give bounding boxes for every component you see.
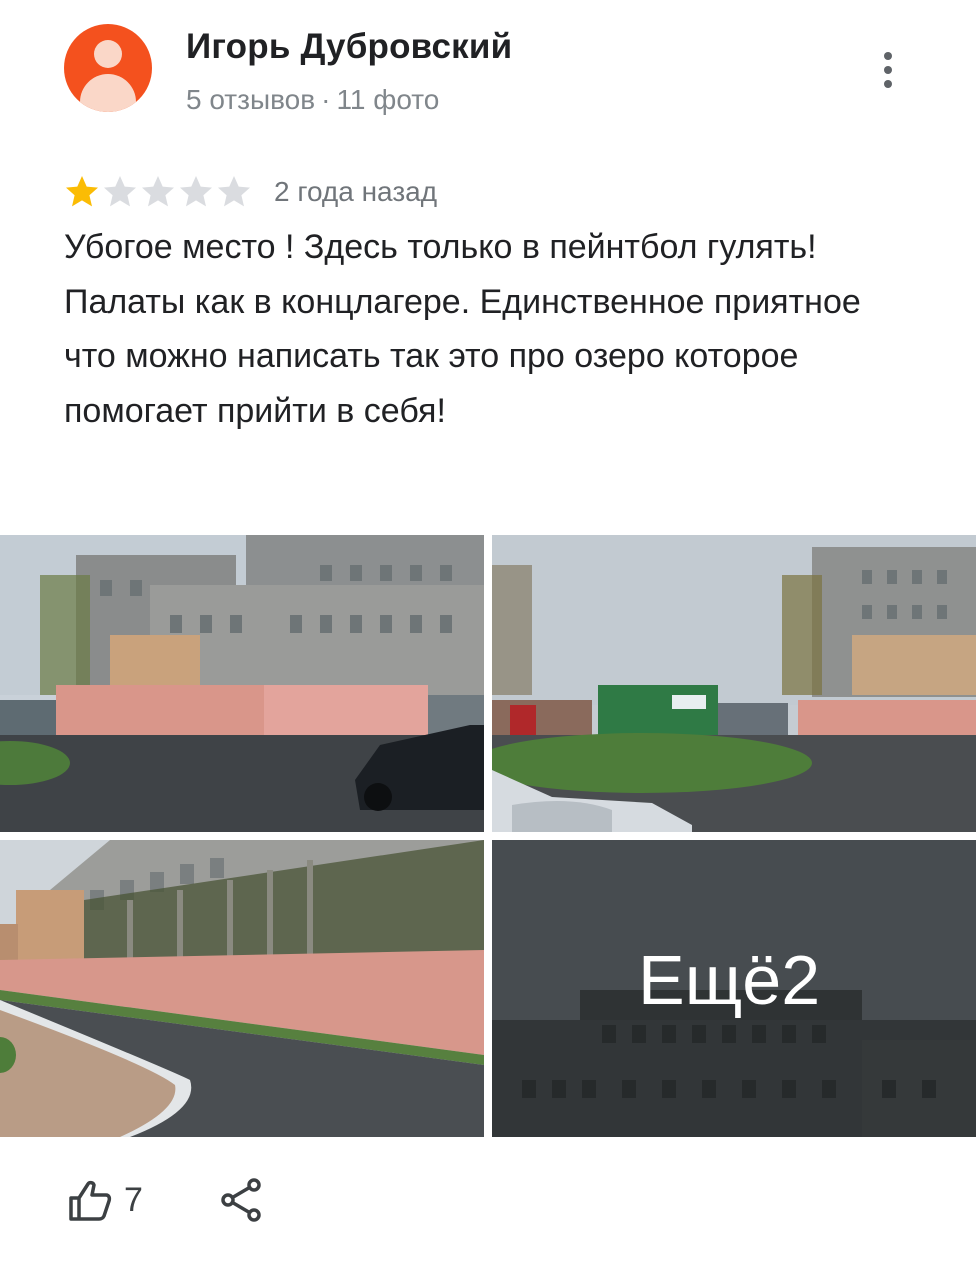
- star-rating: [64, 174, 254, 210]
- review-text: Убогое место ! Здесь только в пейнтбол г…: [64, 228, 861, 430]
- more-vert-icon: [884, 52, 892, 60]
- more-photos-tile[interactable]: Ещё2: [492, 840, 976, 1137]
- share-icon: [221, 1178, 261, 1222]
- photo-entrance-gate: [492, 535, 976, 832]
- review-photo-1[interactable]: [0, 535, 484, 832]
- thumb-up-icon: [69, 1180, 112, 1221]
- photo-long-building: [0, 840, 484, 1137]
- meta-separator: ·: [321, 84, 331, 115]
- like-button[interactable]: 7: [66, 1175, 143, 1225]
- photo-building-front: [0, 535, 484, 832]
- like-count: 7: [124, 1180, 143, 1219]
- star-empty-icon: [218, 176, 250, 207]
- author-meta: 5 отзывов · 11 фото: [186, 84, 439, 116]
- author-name[interactable]: Игорь Дубровский: [186, 27, 512, 67]
- avatar-person-head: [94, 40, 122, 68]
- more-vert-icon-dot: [884, 80, 892, 88]
- avatar[interactable]: [64, 24, 152, 112]
- rating-row: 2 года назад: [64, 172, 437, 212]
- review-photo-3[interactable]: [0, 840, 484, 1137]
- review-time: 2 года назад: [274, 176, 438, 207]
- more-photos-label: Ещё2: [638, 941, 821, 1019]
- share-button[interactable]: [218, 1176, 266, 1224]
- star-empty-icon: [180, 176, 212, 207]
- review-photo-2[interactable]: [492, 535, 976, 832]
- reviews-count: 5 отзывов: [186, 84, 316, 115]
- avatar-person-body: [80, 74, 136, 112]
- star-empty-icon: [104, 176, 136, 207]
- star-empty-icon: [142, 176, 174, 207]
- photos-count: 11 фото: [336, 84, 440, 115]
- star-filled-icon: [66, 176, 98, 207]
- more-vert-icon-dot: [884, 66, 892, 74]
- more-options-button[interactable]: [868, 42, 908, 98]
